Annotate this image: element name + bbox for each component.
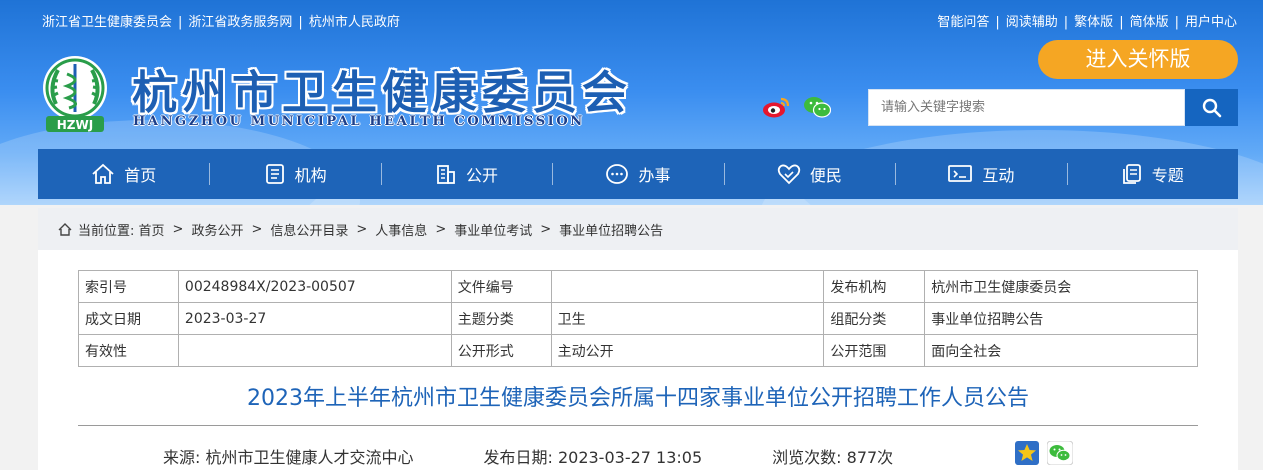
top-link-user-center[interactable]: 用户中心 bbox=[1185, 15, 1237, 30]
home-icon bbox=[92, 163, 114, 184]
breadcrumb-prefix: 当前位置: bbox=[78, 223, 135, 239]
meta-value: 卫生 bbox=[550, 302, 825, 335]
building-icon bbox=[437, 165, 455, 184]
title-divider bbox=[78, 425, 1198, 426]
top-links-left: 浙江省卫生健康委员会 | 浙江省政务服务网 | 杭州市人民政府 bbox=[42, 15, 400, 30]
breadcrumb-item-gov-open[interactable]: 政务公开 bbox=[191, 220, 243, 239]
top-link-zjzwfw[interactable]: 浙江省政务服务网 bbox=[188, 15, 292, 30]
org-icon bbox=[265, 164, 284, 184]
heart-hands-icon bbox=[777, 164, 801, 185]
meta-value: 面向全社会 bbox=[924, 334, 1198, 367]
table-row: 有效性 公开形式 主动公开 公开范围 面向全社会 bbox=[78, 334, 1198, 367]
meta-key: 有效性 bbox=[78, 334, 179, 367]
top-link-reading-aid[interactable]: 阅读辅助 bbox=[1006, 15, 1058, 30]
top-link-smart-qa[interactable]: 智能问答 bbox=[937, 15, 989, 30]
article-info: 来源: 杭州市卫生健康人才交流中心 发布日期: 2023-03-27 13:05 浏… bbox=[163, 444, 893, 468]
nav-label: 专题 bbox=[1151, 166, 1184, 185]
hzwj-logo-icon: HZWJ bbox=[43, 56, 107, 132]
meta-key: 文件编号 bbox=[450, 270, 552, 303]
table-row: 索引号 00248984X/2023-00507 文件编号 发布机构 杭州市卫生… bbox=[78, 270, 1198, 303]
nav-item-convenience[interactable]: 便民 bbox=[723, 149, 895, 199]
nav-label: 便民 bbox=[809, 166, 842, 185]
top-link-simplified[interactable]: 简体版 bbox=[1130, 15, 1169, 30]
site-title-cn: 杭州市卫生健康委员会 bbox=[132, 66, 633, 119]
favorite-star-icon[interactable] bbox=[1015, 441, 1039, 465]
nav-label: 互动 bbox=[982, 166, 1015, 185]
main-nav: 首页 机构 公开 办事 便民 互动 专题 bbox=[38, 149, 1238, 199]
nav-item-open[interactable]: 公开 bbox=[380, 149, 552, 199]
content-panel: 当前位置: 首页 > 政务公开 > 信息公开目录 > 人事信息 > 事业单位考试 > 事业… bbox=[38, 208, 1238, 470]
search-box bbox=[868, 89, 1185, 126]
nav-item-service[interactable]: 办事 bbox=[552, 149, 723, 199]
breadcrumb: 当前位置: 首页 > 政务公开 > 信息公开目录 > 人事信息 > 事业单位考试 > 事业… bbox=[38, 208, 1238, 250]
meta-key: 主题分类 bbox=[450, 302, 552, 335]
meta-value: 00248984X/2023-00507 bbox=[177, 270, 452, 303]
weibo-icon[interactable] bbox=[762, 96, 790, 118]
meta-key: 组配分类 bbox=[823, 302, 926, 335]
breadcrumb-item-recruit[interactable]: 事业单位招聘公告 bbox=[559, 220, 663, 239]
search-icon bbox=[1202, 98, 1221, 117]
nav-item-home[interactable]: 首页 bbox=[38, 149, 209, 199]
article-views: 浏览次数: 877次 bbox=[772, 448, 894, 467]
meta-value: 杭州市卫生健康委员会 bbox=[924, 270, 1198, 303]
nav-item-topics[interactable]: 专题 bbox=[1066, 149, 1238, 199]
share-wechat-icon[interactable] bbox=[1047, 441, 1073, 465]
meta-key: 公开形式 bbox=[450, 334, 552, 367]
meta-key: 公开范围 bbox=[823, 334, 926, 367]
nav-item-org[interactable]: 机构 bbox=[209, 149, 380, 199]
article-publish-date: 发布日期: 2023-03-27 13:05 bbox=[483, 448, 703, 467]
nav-label: 公开 bbox=[466, 166, 499, 185]
chat-dots-icon bbox=[606, 164, 629, 184]
message-board-icon bbox=[948, 165, 973, 182]
meta-value: 主动公开 bbox=[550, 334, 825, 367]
meta-value: 2023-03-27 bbox=[177, 302, 452, 335]
article-source: 来源: 杭州市卫生健康人才交流中心 bbox=[163, 448, 414, 467]
care-mode-button[interactable]: 进入关怀版 bbox=[1038, 40, 1238, 79]
home-small-icon bbox=[58, 222, 72, 236]
breadcrumb-item-hr[interactable]: 人事信息 bbox=[375, 220, 427, 239]
breadcrumb-item-catalog[interactable]: 信息公开目录 bbox=[270, 220, 348, 239]
nav-item-interact[interactable]: 互动 bbox=[895, 149, 1066, 199]
meta-key: 索引号 bbox=[78, 270, 179, 303]
search-input[interactable] bbox=[869, 90, 1184, 125]
nav-label: 办事 bbox=[638, 166, 671, 185]
meta-value bbox=[177, 334, 452, 367]
top-link-hzgov[interactable]: 杭州市人民政府 bbox=[309, 15, 400, 30]
meta-key: 发布机构 bbox=[823, 270, 926, 303]
top-links-right: 智能问答 | 阅读辅助 | 繁体版 | 简体版 | 用户中心 bbox=[937, 15, 1237, 30]
nav-label: 首页 bbox=[124, 166, 157, 185]
document-stack-icon bbox=[1122, 164, 1141, 184]
meta-key: 成文日期 bbox=[78, 302, 179, 335]
document-meta-table: 索引号 00248984X/2023-00507 文件编号 发布机构 杭州市卫生… bbox=[78, 270, 1198, 367]
breadcrumb-item-exam[interactable]: 事业单位考试 bbox=[454, 220, 532, 239]
breadcrumb-item-home[interactable]: 首页 bbox=[139, 220, 165, 239]
search-button[interactable] bbox=[1185, 89, 1238, 126]
logo-text: HZWJ bbox=[57, 118, 93, 132]
table-row: 成文日期 2023-03-27 主题分类 卫生 组配分类 事业单位招聘公告 bbox=[78, 302, 1198, 335]
article-title: 2023年上半年杭州市卫生健康委员会所属十四家事业单位公开招聘工作人员公告 bbox=[247, 386, 1029, 411]
site-title-en: HANGZHOU MUNICIPAL HEALTH COMMISSION bbox=[133, 114, 585, 129]
top-link-zjwjw[interactable]: 浙江省卫生健康委员会 bbox=[42, 15, 172, 30]
nav-label: 机构 bbox=[294, 166, 327, 185]
wechat-icon[interactable] bbox=[803, 95, 831, 119]
meta-value bbox=[550, 270, 825, 303]
meta-value: 事业单位招聘公告 bbox=[924, 302, 1198, 335]
top-link-traditional[interactable]: 繁体版 bbox=[1074, 15, 1113, 30]
